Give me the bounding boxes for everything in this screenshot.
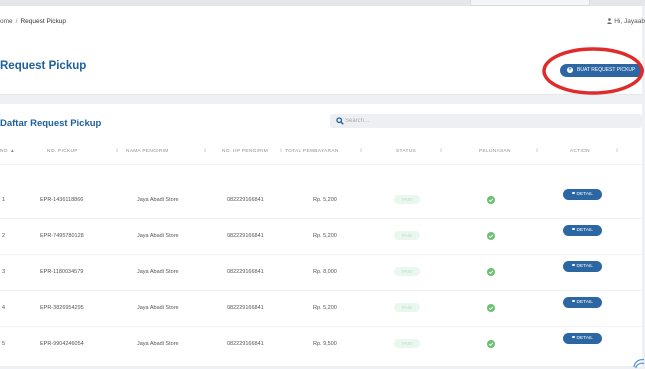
breadcrumb-separator: / [15, 18, 18, 25]
detail-button[interactable]: DETAIL [563, 225, 602, 236]
detail-button[interactable]: DETAIL [563, 189, 602, 200]
cell-no-pickup: EPR-3826954295 [40, 305, 84, 311]
cell-total: Rp. 9,500 [313, 341, 337, 347]
cell-no: 4 [2, 305, 6, 311]
cell-no: 2 [2, 233, 6, 239]
cell-total: Rp. 5,200 [313, 197, 337, 203]
status-badge: PAID [394, 267, 420, 276]
sort-icon: ⇕ [439, 149, 444, 154]
column-header-total[interactable]: TOTAL PEMBAYARAN [285, 149, 339, 154]
cell-no-hp: 082229166841 [227, 305, 264, 311]
sort-icon: ⇕ [279, 149, 284, 154]
cell-no: 5 [2, 341, 6, 347]
detail-button-label: DETAIL [576, 228, 593, 233]
column-header-status[interactable]: STATUS [396, 149, 416, 154]
page-title: Request Pickup [0, 60, 87, 72]
sort-icon: ⇕ [615, 149, 620, 154]
search-icon [336, 117, 344, 125]
cell-nama-pengirim: Jaya Abadi Store [137, 269, 179, 275]
detail-button[interactable]: DETAIL [563, 333, 602, 344]
user-greeting: Hi, Jayaab [614, 18, 645, 25]
detail-button-label: DETAIL [576, 264, 593, 269]
table-header-divider [0, 164, 642, 165]
status-badge: PAID [394, 339, 420, 348]
corner-widget-icon[interactable] [632, 356, 645, 369]
user-icon [607, 18, 613, 24]
cell-no: 3 [2, 269, 6, 275]
cell-nama-pengirim: Jaya Abadi Store [137, 233, 179, 239]
status-badge: PAID [394, 195, 420, 204]
create-request-pickup-button[interactable]: + BUAT REQUEST PICKUP [560, 64, 644, 77]
column-header-no-hp[interactable]: NO. HP PENGIRIM [222, 149, 268, 154]
sort-icon: ⇕ [115, 149, 120, 154]
plus-circle-icon: + [567, 67, 573, 73]
cell-no-pickup: EPR-7495780128 [40, 233, 84, 239]
table-row: 4 EPR-3826954295 Jaya Abadi Store 082229… [0, 291, 642, 327]
table-row: 3 EPR-1180034579 Jaya Abadi Store 082229… [0, 255, 642, 291]
cell-no-hp: 082229166841 [227, 269, 264, 275]
sort-up-icon: ▲ [10, 149, 15, 154]
sort-icon: ⇕ [203, 149, 208, 154]
page-header-card [0, 6, 642, 95]
cell-no-hp: 082229166841 [227, 233, 264, 239]
cell-no-pickup: EPR-1180034579 [40, 269, 84, 275]
cell-no-hp: 082229166841 [227, 197, 264, 203]
detail-button-label: DETAIL [576, 192, 593, 197]
breadcrumb-home[interactable]: ome [0, 18, 13, 25]
column-header-no-pickup[interactable]: NO. PICKUP [47, 149, 78, 154]
check-circle-icon [487, 340, 495, 348]
check-circle-icon [487, 196, 495, 204]
breadcrumb: ome / Request Pickup [0, 18, 66, 25]
status-badge: PAID [394, 231, 420, 240]
check-circle-icon [487, 232, 495, 240]
column-header-pelunasan[interactable]: PELUNASAN [479, 149, 511, 154]
create-request-pickup-label: BUAT REQUEST PICKUP [577, 67, 636, 73]
search-box [330, 114, 642, 128]
column-header-no[interactable]: NO [0, 149, 8, 154]
table-row: 2 EPR-7495780128 Jaya Abadi Store 082229… [0, 219, 642, 255]
detail-button-label: DETAIL [576, 336, 593, 341]
check-circle-icon [487, 268, 495, 276]
table-row: 1 EPR-1436118866 Jaya Abadi Store 082229… [0, 183, 642, 219]
breadcrumb-current: Request Pickup [20, 18, 66, 25]
user-menu[interactable]: Hi, Jayaab [607, 18, 645, 25]
list-title: Daftar Request Pickup [0, 118, 102, 129]
status-badge: PAID [394, 303, 420, 312]
detail-button-label: DETAIL [576, 300, 593, 305]
cell-total: Rp. 8,000 [313, 269, 337, 275]
cell-no-pickup: EPR-1436118866 [40, 197, 84, 203]
detail-button[interactable]: DETAIL [563, 297, 602, 308]
cell-total: Rp. 5,200 [313, 233, 337, 239]
cell-nama-pengirim: Jaya Abadi Store [137, 197, 179, 203]
cell-no: 1 [2, 197, 6, 203]
sort-icon: ⇕ [359, 149, 364, 154]
detail-button[interactable]: DETAIL [563, 261, 602, 272]
cell-no-hp: 082229166841 [227, 341, 264, 347]
cell-nama-pengirim: Jaya Abadi Store [137, 305, 179, 311]
sort-icon: ⇕ [535, 149, 540, 154]
search-input[interactable] [345, 114, 635, 128]
column-header-nama-pengirim[interactable]: NAMA PENGIRIM [126, 149, 169, 154]
table-row: 5 EPR-9904246054 Jaya Abadi Store 082229… [0, 327, 642, 363]
column-header-action: ACTION [570, 149, 590, 154]
cell-total: Rp. 5,200 [313, 305, 337, 311]
cell-nama-pengirim: Jaya Abadi Store [137, 341, 179, 347]
cell-no-pickup: EPR-9904246054 [40, 341, 84, 347]
check-circle-icon [487, 304, 495, 312]
